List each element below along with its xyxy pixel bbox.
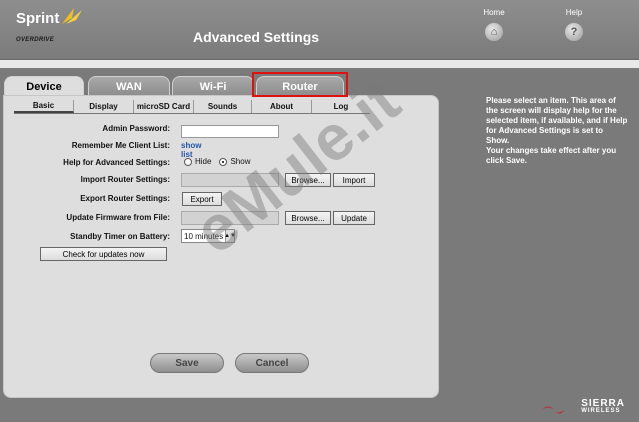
- remember-label: Remember Me Client List:: [71, 141, 170, 150]
- sierra-logo-icon: [542, 406, 564, 414]
- sprint-wing-icon: [62, 8, 82, 24]
- sierra-sub: WIRELESS: [581, 408, 621, 414]
- help-settings-label: Help for Advanced Settings:: [63, 158, 170, 167]
- update-label: Update Firmware from File:: [66, 213, 170, 222]
- row-export: Export Router Settings: Export: [4, 191, 440, 207]
- save-button[interactable]: Save: [150, 353, 224, 373]
- help-button[interactable]: Help ?: [554, 8, 594, 41]
- admin-password-input[interactable]: [181, 125, 279, 138]
- row-admin-password: Admin Password:: [4, 121, 440, 138]
- row-help: Help for Advanced Settings: Hide Show: [4, 155, 440, 171]
- row-update: Update Firmware from File: Browse... Upd…: [4, 210, 440, 226]
- import-file-input[interactable]: [181, 173, 279, 187]
- house-icon: ⌂: [485, 23, 503, 41]
- standby-select[interactable]: 10 minutes ▲▼: [181, 229, 236, 243]
- help-text-2: Your changes take effect after you click…: [486, 146, 617, 165]
- check-updates-button[interactable]: Check for updates now: [40, 247, 167, 261]
- tab-wan[interactable]: WAN: [88, 76, 170, 96]
- brand-sub: OVERDRIVE: [16, 37, 55, 43]
- page-title: Advanced Settings: [193, 29, 320, 45]
- help-text-1: Please select an item. This area of the …: [486, 96, 628, 145]
- subtab-microsd[interactable]: microSD Card: [134, 100, 194, 113]
- header-band: [0, 60, 639, 68]
- admin-password-ctrl: [181, 121, 279, 138]
- subtab-display[interactable]: Display: [74, 100, 134, 113]
- show-radio[interactable]: [219, 157, 228, 166]
- hide-radio[interactable]: [184, 157, 192, 166]
- hide-radio-label: Hide: [195, 157, 212, 166]
- brand-name: Sprint: [16, 10, 60, 27]
- cancel-button[interactable]: Cancel: [235, 353, 309, 373]
- tab-device[interactable]: Device: [4, 76, 84, 96]
- help-label: Help: [565, 8, 583, 17]
- help-panel: Please select an item. This area of the …: [486, 96, 628, 166]
- row-import: Import Router Settings: Browse... Import: [4, 172, 440, 188]
- sprint-logo: Sprint OVERDRIVE: [16, 8, 82, 43]
- export-button[interactable]: Export: [182, 192, 222, 206]
- sierra-wireless-logo: SIERRA WIRELESS: [581, 398, 625, 414]
- standby-label: Standby Timer on Battery:: [70, 232, 170, 241]
- import-browse-button[interactable]: Browse...: [285, 173, 331, 187]
- export-label: Export Router Settings:: [80, 194, 170, 203]
- main-tabs: Device WAN Wi-Fi Router: [0, 76, 360, 96]
- update-browse-button[interactable]: Browse...: [285, 211, 331, 225]
- standby-value: 10 minutes: [184, 231, 224, 241]
- show-radio-label: Show: [230, 157, 251, 166]
- update-button[interactable]: Update: [333, 211, 375, 225]
- subtab-about[interactable]: About: [252, 100, 312, 113]
- row-remember: Remember Me Client List: show list: [4, 138, 440, 159]
- home-button[interactable]: Home ⌂: [474, 8, 514, 41]
- subtab-basic[interactable]: Basic: [14, 100, 74, 113]
- select-arrow-icon: ▲▼: [224, 230, 236, 242]
- subtab-log[interactable]: Log: [312, 100, 370, 113]
- import-label: Import Router Settings:: [80, 175, 170, 184]
- admin-password-label: Admin Password:: [102, 124, 170, 133]
- tab-router[interactable]: Router: [256, 76, 344, 96]
- help-radio-group: Hide Show: [184, 157, 250, 166]
- import-button[interactable]: Import: [333, 173, 375, 187]
- subtab-sounds[interactable]: Sounds: [194, 100, 252, 113]
- question-icon: ?: [565, 23, 583, 41]
- settings-panel: Basic Display microSD Card Sounds About …: [3, 95, 439, 398]
- home-label: Home: [483, 8, 505, 17]
- tab-wifi[interactable]: Wi-Fi: [172, 76, 254, 96]
- sub-tabs: Basic Display microSD Card Sounds About …: [14, 100, 370, 114]
- update-file-input[interactable]: [181, 211, 279, 225]
- header: Sprint OVERDRIVE Advanced Settings Home …: [0, 0, 639, 60]
- row-standby: Standby Timer on Battery: 10 minutes ▲▼: [4, 229, 440, 245]
